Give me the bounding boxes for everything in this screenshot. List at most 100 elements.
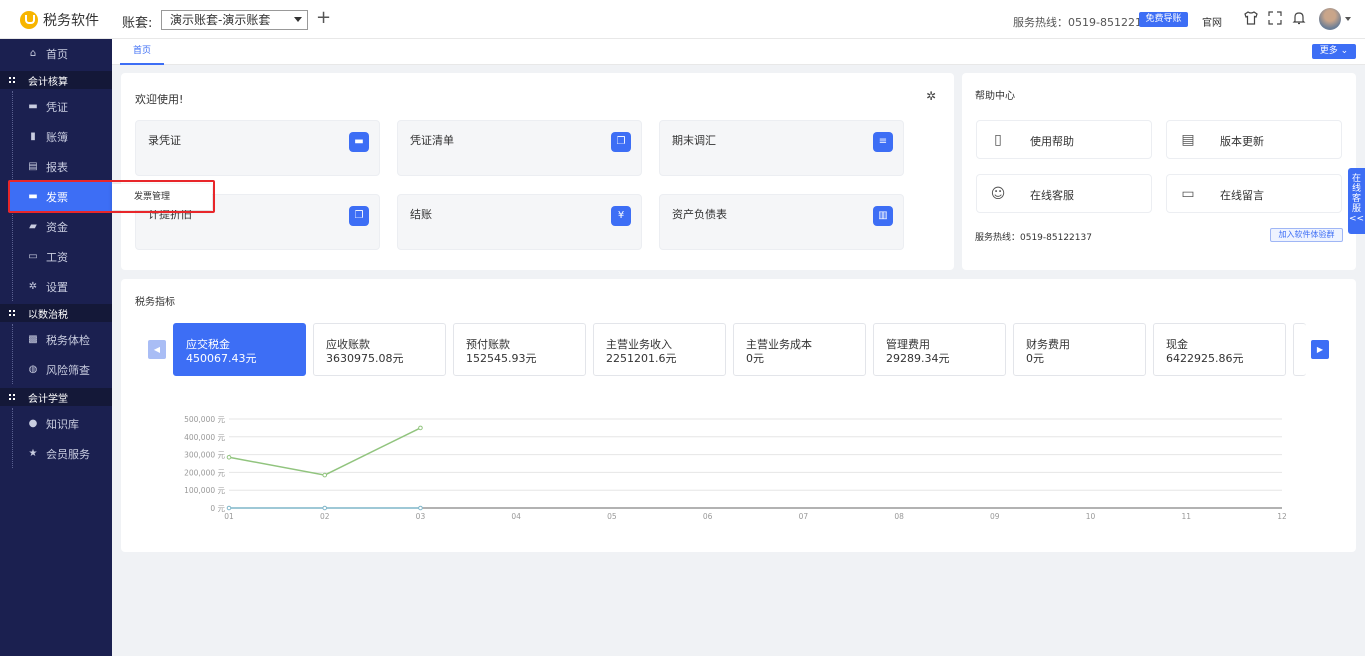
x-tick-label: 09 (990, 512, 1000, 521)
fullscreen-icon[interactable] (1267, 10, 1283, 26)
shirt-icon[interactable] (1243, 10, 1259, 26)
series-line (228, 427, 421, 476)
data-point (226, 505, 232, 511)
sidebar-item-label: 会员服务 (46, 448, 90, 461)
grid-icon (9, 394, 15, 400)
sidebar-item-label: 工资 (46, 251, 68, 264)
hotline-text: 服务热线：0519-85122137 (1013, 16, 1156, 29)
home-icon: ⌂ (29, 48, 37, 59)
highlight-box (8, 180, 215, 213)
sidebar-item-label: 资金 (46, 221, 68, 234)
sidebar-item-knowledge[interactable]: ● 知识库 (0, 409, 112, 439)
avatar[interactable] (1319, 8, 1341, 30)
chart-icon: ▥ (873, 206, 893, 226)
welcome-title: 欢迎使用! (135, 93, 184, 106)
x-tick-label: 03 (416, 512, 426, 521)
sidebar-group-label: 以数治税 (28, 309, 68, 321)
x-tick-label: 10 (1086, 512, 1096, 521)
salary-icon: ▭ (28, 251, 38, 262)
quick-label: 录凭证 (148, 134, 181, 147)
sidebar-group-tax[interactable]: 以数治税 (0, 304, 112, 322)
quick-entry-voucher-list[interactable]: 凭证清单 ❐ (397, 120, 642, 176)
account-select-value: 演示账套-演示账套 (170, 13, 271, 27)
sidebar-item-settings[interactable]: ✲ 设置 (0, 272, 112, 302)
sidebar: ⌂ 首页 会计核算 ▬ 凭证 ▮ 账簿 ▤ 报表 ▬ 发票 ▰ 资金 ▭ 工资 … (0, 39, 112, 656)
data-point (418, 505, 423, 511)
join-group-button[interactable]: 加入软件体验群 (1270, 228, 1343, 242)
wallet-icon: ▰ (29, 221, 37, 232)
ticket-icon: ▬ (28, 101, 38, 112)
help-card-support[interactable]: ☺ 在线客服 (976, 174, 1152, 213)
app-logo[interactable]: 税务软件 (20, 10, 99, 30)
sidebar-item-ledger[interactable]: ▮ 账簿 (0, 122, 112, 152)
sidebar-group-label: 会计核算 (28, 76, 68, 88)
indicator-value: 3630975.08元 (326, 352, 404, 365)
indicator-card[interactable]: 主营业务收入 2251201.6元 (593, 323, 726, 376)
x-tick-label: 11 (1181, 512, 1191, 521)
tax-title: 税务指标 (135, 297, 175, 308)
chart-icon: ▩ (28, 334, 38, 345)
sidebar-item-home[interactable]: ⌂ 首页 (0, 39, 112, 69)
y-tick-label: 200,000 元 (184, 468, 225, 477)
sidebar-item-funds[interactable]: ▰ 资金 (0, 212, 112, 242)
chevron-down-icon[interactable] (1345, 17, 1351, 21)
y-tick-label: 400,000 元 (184, 433, 225, 442)
x-tick-label: 02 (320, 512, 330, 521)
quick-label: 资产负债表 (672, 208, 727, 221)
sidebar-item-report[interactable]: ▤ 报表 (0, 152, 112, 182)
bell-icon[interactable] (1291, 10, 1307, 26)
sidebar-group-school[interactable]: 会计学堂 (0, 388, 112, 406)
indicator-card[interactable]: 应交税金 450067.43元 (173, 323, 306, 376)
prev-arrow-icon[interactable]: ◀ (148, 340, 166, 359)
sidebar-group-label: 会计学堂 (28, 393, 68, 405)
more-button[interactable]: 更多 ⌄ (1312, 44, 1356, 59)
account-label: 账套: (122, 16, 153, 31)
sidebar-item-label: 知识库 (46, 418, 79, 431)
quick-label: 结账 (410, 208, 432, 221)
account-select[interactable]: 演示账套-演示账套 (161, 10, 308, 30)
float-service-tab[interactable]: 在 线 客 服 << (1348, 168, 1365, 234)
help-card-label: 使用帮助 (1030, 135, 1074, 148)
sidebar-item-risk-scan[interactable]: ◍ 风险筛查 (0, 355, 112, 385)
sidebar-item-label: 设置 (46, 281, 68, 294)
sidebar-item-salary[interactable]: ▭ 工资 (0, 242, 112, 272)
quick-entry-period-exchange[interactable]: 期末调汇 ≡ (659, 120, 904, 176)
help-hotline: 服务热线：0519-85122137 (975, 233, 1092, 243)
help-card-usage[interactable]: ▯ 使用帮助 (976, 120, 1152, 159)
data-point (322, 505, 328, 511)
indicator-card[interactable]: 财务费用 0元 (1013, 323, 1146, 376)
help-card-message[interactable]: ▭ 在线留言 (1166, 174, 1342, 213)
indicator-value: 0元 (746, 352, 764, 365)
gear-icon: ✲ (28, 281, 38, 292)
sidebar-item-membership[interactable]: ★ 会员服务 (0, 439, 112, 469)
indicator-value: 450067.43元 (186, 352, 257, 365)
grid-icon (9, 77, 15, 83)
help-card-version[interactable]: ▤ 版本更新 (1166, 120, 1342, 159)
add-account-icon[interactable]: + (316, 8, 331, 28)
yen-icon: ¥ (611, 206, 631, 226)
more-label: 更多 (1319, 46, 1338, 56)
quick-entry-balance-sheet[interactable]: 资产负债表 ▥ (659, 194, 904, 250)
quick-entry-close[interactable]: 结账 ¥ (397, 194, 642, 250)
indicator-card[interactable]: 管理费用 29289.34元 (873, 323, 1006, 376)
indicator-card[interactable]: 主营业务成本 0元 (733, 323, 866, 376)
indicator-card[interactable]: 预付账款 152545.93元 (453, 323, 586, 376)
quick-entry-voucher[interactable]: 录凭证 ▬ (135, 120, 380, 176)
sidebar-item-label: 税务体检 (46, 334, 90, 347)
indicator-card[interactable]: 应收账款 3630975.08元 (313, 323, 446, 376)
next-arrow-icon[interactable]: ▶ (1311, 340, 1329, 359)
free-guide-button[interactable]: 免费导账 (1139, 12, 1188, 27)
copy-icon: ❐ (611, 132, 631, 152)
tab-home[interactable]: 首页 (120, 39, 164, 65)
sidebar-item-tax-check[interactable]: ▩ 税务体检 (0, 325, 112, 355)
gear-icon[interactable]: ✲ (926, 89, 936, 103)
indicator-value: 152545.93元 (466, 352, 537, 365)
support-icon: ☺ (990, 186, 1006, 202)
doc-gear-icon: ▤ (1181, 132, 1195, 148)
help-card-label: 版本更新 (1220, 135, 1264, 148)
sidebar-group-accounting[interactable]: 会计核算 (0, 71, 112, 89)
help-title: 帮助中心 (975, 91, 1015, 102)
sidebar-item-voucher[interactable]: ▬ 凭证 (0, 92, 112, 122)
homepage-link[interactable]: 官网 (1202, 14, 1222, 29)
indicator-card[interactable]: 现金 6422925.86元 (1153, 323, 1286, 376)
